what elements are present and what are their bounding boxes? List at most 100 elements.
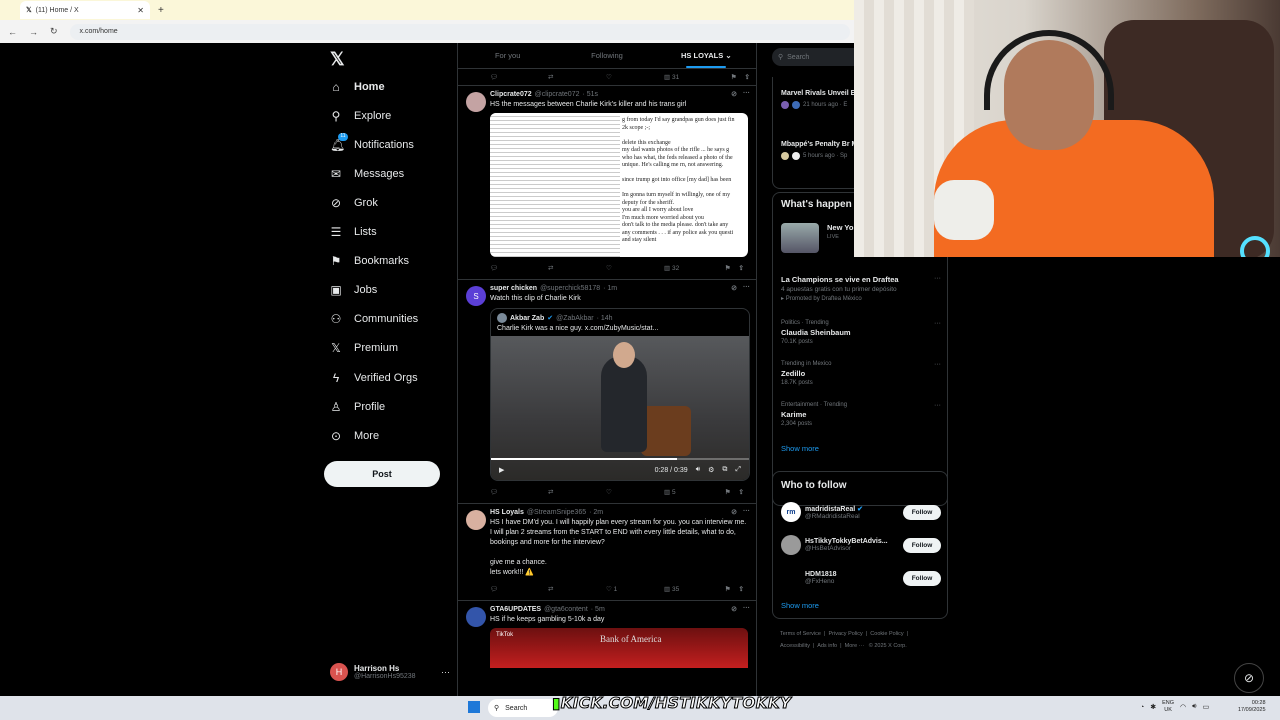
author-name[interactable]: HS Loyals: [490, 509, 524, 516]
quote-tweet[interactable]: Akbar Zab ✔ @ZabAkbar · 14h Charlie Kirk…: [490, 308, 750, 481]
author-handle[interactable]: @StreamSnipe365: [527, 509, 586, 516]
language-indicator[interactable]: ENG UK: [1162, 700, 1174, 714]
grok-icon[interactable]: ⊘: [731, 508, 737, 516]
battery-icon[interactable]: ▭: [1203, 703, 1210, 711]
live-thumbnail[interactable]: [781, 223, 819, 253]
follow-button[interactable]: Follow: [903, 537, 941, 553]
bookmark-icon[interactable]: ⚑: [725, 585, 731, 593]
author-name[interactable]: Clipcrate072: [490, 91, 532, 98]
post-time[interactable]: · 5m: [591, 606, 605, 613]
footer-link[interactable]: More ···: [845, 643, 865, 649]
views-count[interactable]: ▥ 35: [664, 585, 722, 593]
nav-jobs[interactable]: ▣ Jobs: [330, 283, 377, 297]
author-handle[interactable]: @superchick58178: [540, 285, 600, 292]
forward-icon[interactable]: →: [29, 27, 38, 37]
follow-suggestion[interactable]: rm madridistaReal ✔ @RMadridistaReal Fol…: [781, 500, 941, 524]
account-switcher[interactable]: H Harrison Hs @HarrisonHs95238 ···: [330, 663, 450, 681]
tab-for-you[interactable]: For you: [458, 43, 557, 68]
close-tab-icon[interactable]: ✕: [137, 6, 144, 15]
post-time[interactable]: · 1m: [603, 285, 617, 292]
trend-item[interactable]: Trending in Mexico Zedillo 18.7K posts ·…: [781, 361, 941, 386]
follow-button[interactable]: Follow: [903, 504, 941, 520]
nav-more[interactable]: ⊙ More: [330, 429, 379, 443]
nav-explore[interactable]: ⚲ Explore: [330, 109, 392, 123]
author-handle[interactable]: @gta6content: [544, 606, 588, 613]
grok-fab-icon[interactable]: ⊘: [1234, 663, 1264, 693]
more-icon[interactable]: ···: [934, 320, 941, 327]
browser-tab[interactable]: 𝕏 (11) Home / X ✕: [20, 1, 150, 19]
wifi-icon[interactable]: ◠: [1180, 703, 1186, 711]
reply-icon[interactable]: 💬︎: [490, 264, 548, 272]
taskbar-clock[interactable]: 00:28 17/09/2025: [1238, 700, 1266, 714]
avatar[interactable]: [466, 92, 486, 112]
nav-bookmarks[interactable]: ⚑ Bookmarks: [330, 254, 409, 268]
author-name[interactable]: GTA6UPDATES: [490, 606, 541, 613]
volume-icon[interactable]: 🔊︎: [696, 466, 700, 474]
footer-link[interactable]: Accessibility: [780, 643, 810, 649]
network-icon[interactable]: ◔: [1140, 704, 1144, 711]
repost-icon[interactable]: ⇄: [548, 73, 606, 81]
tab-hs-loyals[interactable]: HS LOYALS ⌄: [657, 43, 756, 68]
bluetooth-icon[interactable]: ✱: [1150, 703, 1156, 711]
show-more-link[interactable]: Show more: [781, 444, 819, 453]
nav-messages[interactable]: ✉ Messages: [330, 167, 404, 181]
post-time[interactable]: · 51s: [583, 91, 599, 98]
reply-icon[interactable]: 💬︎: [490, 73, 548, 81]
share-icon[interactable]: ⇪: [745, 73, 750, 81]
show-more-link[interactable]: Show more: [781, 601, 819, 610]
bookmark-icon[interactable]: ⚑: [725, 264, 731, 272]
share-icon[interactable]: ⇪: [739, 488, 744, 496]
nav-verified-orgs[interactable]: ϟ Verified Orgs: [330, 371, 418, 385]
footer-link[interactable]: Cookie Policy: [870, 631, 903, 637]
bookmark-icon[interactable]: ⚑: [731, 73, 737, 81]
grok-icon[interactable]: ⊘: [731, 90, 737, 98]
share-icon[interactable]: ⇪: [739, 264, 744, 272]
tweet[interactable]: S super chicken @superchick58178 · 1m ⊘ ·…: [458, 280, 756, 504]
repost-icon[interactable]: ⇄: [548, 264, 606, 272]
more-icon[interactable]: ···: [743, 284, 750, 292]
like-icon[interactable]: ♡: [606, 264, 664, 272]
grok-icon[interactable]: ⊘: [731, 605, 737, 613]
more-icon[interactable]: ···: [934, 402, 941, 409]
nav-lists[interactable]: ☰ Lists: [330, 225, 377, 239]
x-logo-icon[interactable]: 𝕏: [330, 49, 345, 70]
follow-suggestion[interactable]: HsTikkyTokkyBetAdvis... @HsBetAdvisor Fo…: [781, 533, 941, 557]
author-handle[interactable]: @clipcrate072: [535, 91, 580, 98]
author-name[interactable]: super chicken: [490, 285, 537, 292]
play-icon[interactable]: ▶: [499, 466, 504, 474]
grok-icon[interactable]: ⊘: [731, 284, 737, 292]
avatar[interactable]: S: [466, 286, 486, 306]
follow-suggestion[interactable]: HDM1818 @FxHeno Follow: [781, 566, 941, 590]
more-icon[interactable]: ···: [934, 361, 941, 368]
more-icon[interactable]: ···: [934, 275, 941, 282]
repost-icon[interactable]: ⇄: [548, 585, 606, 593]
nav-grok[interactable]: ⊘ Grok: [330, 196, 378, 210]
tweet[interactable]: Clipcrate072 @clipcrate072 · 51s ⊘ ··· HS…: [458, 86, 756, 280]
settings-icon[interactable]: ⚙: [708, 466, 714, 474]
repost-icon[interactable]: ⇄: [548, 488, 606, 496]
share-icon[interactable]: ⇪: [739, 585, 744, 593]
footer-link[interactable]: Ads info: [817, 643, 837, 649]
post-image[interactable]: TikTok Bank of America: [490, 628, 748, 668]
more-icon[interactable]: ···: [743, 90, 750, 98]
follow-button[interactable]: Follow: [903, 570, 941, 586]
tweet[interactable]: HS Loyals @StreamSnipe365 · 2m ⊘ ··· HS I…: [458, 504, 756, 601]
taskbar-search[interactable]: ⚲ Search: [488, 699, 558, 717]
views-count[interactable]: ▥ 5: [664, 488, 722, 496]
reload-icon[interactable]: ↻: [50, 26, 58, 37]
footer-link[interactable]: Terms of Service: [780, 631, 821, 637]
like-icon[interactable]: ♡: [606, 488, 664, 496]
pip-icon[interactable]: ⧉: [722, 466, 727, 474]
nav-home[interactable]: ⌂ Home: [330, 80, 384, 94]
views-count[interactable]: ▥ 32: [664, 264, 722, 272]
new-tab-icon[interactable]: +: [158, 5, 164, 16]
bookmark-icon[interactable]: ⚑: [725, 488, 731, 496]
nav-notifications[interactable]: 🔔︎ 11 Notifications: [330, 133, 414, 152]
views-count[interactable]: ▥ 31: [664, 73, 722, 81]
volume-icon[interactable]: 🔊︎: [1192, 703, 1196, 711]
back-icon[interactable]: ←: [8, 27, 17, 37]
nav-profile[interactable]: ♙ Profile: [330, 400, 386, 414]
like-icon[interactable]: ♡: [606, 73, 664, 81]
post-time[interactable]: · 2m: [589, 509, 603, 516]
tweet[interactable]: GTA6UPDATES @gta6content · 5m ⊘ ··· HS if…: [458, 601, 756, 672]
